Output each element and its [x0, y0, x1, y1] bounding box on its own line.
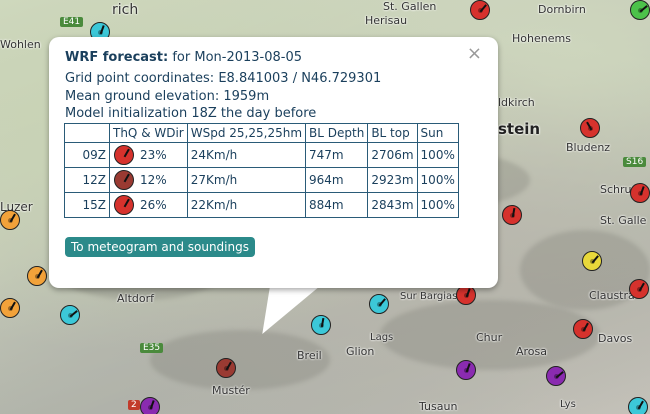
- forecast-marker-icon[interactable]: [629, 279, 649, 299]
- place-lags: Lags: [370, 332, 394, 343]
- place-muster: Mustér: [212, 384, 250, 397]
- place-st-gallen: St. Gallen: [383, 0, 437, 13]
- forecast-marker-icon[interactable]: [580, 118, 600, 138]
- forecast-marker-icon[interactable]: [546, 366, 566, 386]
- forecast-marker-icon[interactable]: [456, 285, 476, 305]
- bl-depth-cell: 884m: [305, 192, 369, 218]
- place-altdorf: Altdorf: [117, 292, 155, 305]
- sun-cell: 100%: [416, 142, 459, 168]
- place-lys: Lys: [560, 399, 576, 410]
- wspd-cell: 27Km/h: [186, 167, 307, 193]
- wind-direction-icon: [114, 145, 134, 165]
- place-davos: Davos: [598, 332, 633, 345]
- forecast-marker-icon[interactable]: [630, 0, 650, 20]
- road-shield-2: 2: [128, 400, 140, 410]
- place-zurich: rich: [112, 2, 139, 18]
- table-header: WSpd 25,25,25hm: [186, 123, 307, 143]
- bl-top-cell: 2923m: [367, 167, 418, 193]
- place-herisau: Herisau: [365, 14, 408, 27]
- time-cell: 15Z: [64, 192, 110, 218]
- forecast-marker-icon[interactable]: [369, 294, 389, 314]
- place-liechtenstein: stein: [498, 120, 541, 138]
- model-initialization: Model initialization 18Z the day before: [65, 106, 317, 121]
- forecast-marker-icon[interactable]: [311, 315, 331, 335]
- wspd-cell: 24Km/h: [186, 142, 307, 168]
- place-hohenems: Hohenems: [512, 32, 571, 45]
- forecast-marker-icon[interactable]: [470, 0, 490, 20]
- forecast-table: ThQ & WDir WSpd 25,25,25hm BL Depth BL t…: [64, 123, 459, 218]
- bl-depth-cell: 747m: [305, 142, 369, 168]
- forecast-marker-icon[interactable]: [630, 183, 650, 203]
- forecast-marker-icon[interactable]: [582, 251, 602, 271]
- popup-date: for Mon-2013-08-05: [172, 50, 303, 65]
- sun-cell: 100%: [416, 192, 459, 218]
- thq-value: 12%: [140, 173, 167, 187]
- forecast-marker-icon[interactable]: [502, 205, 522, 225]
- place-bludenz: Bludenz: [566, 141, 611, 154]
- place-dornbirn: Dornbirn: [538, 3, 586, 16]
- popup-title-line: WRF forecast: for Mon-2013-08-05: [65, 50, 302, 65]
- grid-point-coordinates: Grid point coordinates: E8.841003 / N46.…: [65, 71, 382, 86]
- meteogram-soundings-button[interactable]: To meteogram and soundings: [65, 237, 255, 257]
- forecast-marker-icon[interactable]: [628, 397, 648, 414]
- place-glion: Glion: [346, 345, 375, 358]
- wind-direction-icon: [114, 195, 134, 215]
- forecast-marker-icon[interactable]: [573, 319, 593, 339]
- thq-value: 23%: [140, 148, 167, 162]
- forecast-marker-icon[interactable]: [456, 360, 476, 380]
- table-header: BL Depth: [305, 123, 369, 143]
- table-header: BL top: [367, 123, 418, 143]
- popup-title: WRF forecast:: [65, 50, 169, 65]
- table-header: Sun: [416, 123, 459, 143]
- sun-cell: 100%: [416, 167, 459, 193]
- thq-value: 26%: [140, 198, 167, 212]
- bl-top-cell: 2706m: [367, 142, 418, 168]
- place-feldkirch: ldkirch: [498, 96, 535, 109]
- place-wohlen: Wohlen: [0, 38, 41, 51]
- thq-cell: 12%: [109, 167, 188, 193]
- bl-depth-cell: 964m: [305, 167, 369, 193]
- table-header: [64, 123, 110, 143]
- time-cell: 09Z: [64, 142, 110, 168]
- thq-cell: 23%: [109, 142, 188, 168]
- wspd-cell: 22Km/h: [186, 192, 307, 218]
- place-st-gallenkirch: St. Galle: [600, 214, 647, 227]
- table-header-row: ThQ & WDir WSpd 25,25,25hm BL Depth BL t…: [64, 123, 459, 143]
- place-chur: Chur: [476, 331, 503, 344]
- thq-cell: 26%: [109, 192, 188, 218]
- wind-direction-icon: [114, 170, 134, 190]
- place-surselva: Sur Bargias: [400, 291, 458, 302]
- close-icon[interactable]: ×: [467, 43, 482, 64]
- forecast-marker-icon[interactable]: [0, 210, 20, 230]
- road-shield-e35: E35: [140, 343, 164, 353]
- bl-top-cell: 2843m: [367, 192, 418, 218]
- selected-forecast-marker-icon[interactable]: [216, 358, 236, 378]
- road-shield-s16: S16: [623, 157, 647, 167]
- place-arosa: Arosa: [516, 345, 548, 358]
- place-tusaun: Tusaun: [419, 400, 458, 413]
- table-header: ThQ & WDir: [109, 123, 188, 143]
- place-klosters: Claustra: [589, 289, 635, 302]
- time-cell: 12Z: [64, 167, 110, 193]
- table-row: 15Z 26% 22Km/h 884m 2843m 100%: [64, 192, 459, 218]
- forecast-marker-icon[interactable]: [60, 305, 80, 325]
- table-row: 09Z 23% 24Km/h 747m 2706m 100%: [64, 142, 459, 168]
- forecast-marker-icon[interactable]: [140, 397, 160, 414]
- mean-elevation: Mean ground elevation: 1959m: [65, 89, 270, 104]
- place-breil: Breil: [297, 349, 322, 362]
- table-row: 12Z 12% 27Km/h 964m 2923m 100%: [64, 167, 459, 193]
- forecast-marker-icon[interactable]: [27, 266, 47, 286]
- forecast-popup: × WRF forecast: for Mon-2013-08-05 Grid …: [49, 37, 498, 288]
- forecast-marker-icon[interactable]: [0, 298, 20, 318]
- road-shield-e41: E41: [60, 17, 84, 27]
